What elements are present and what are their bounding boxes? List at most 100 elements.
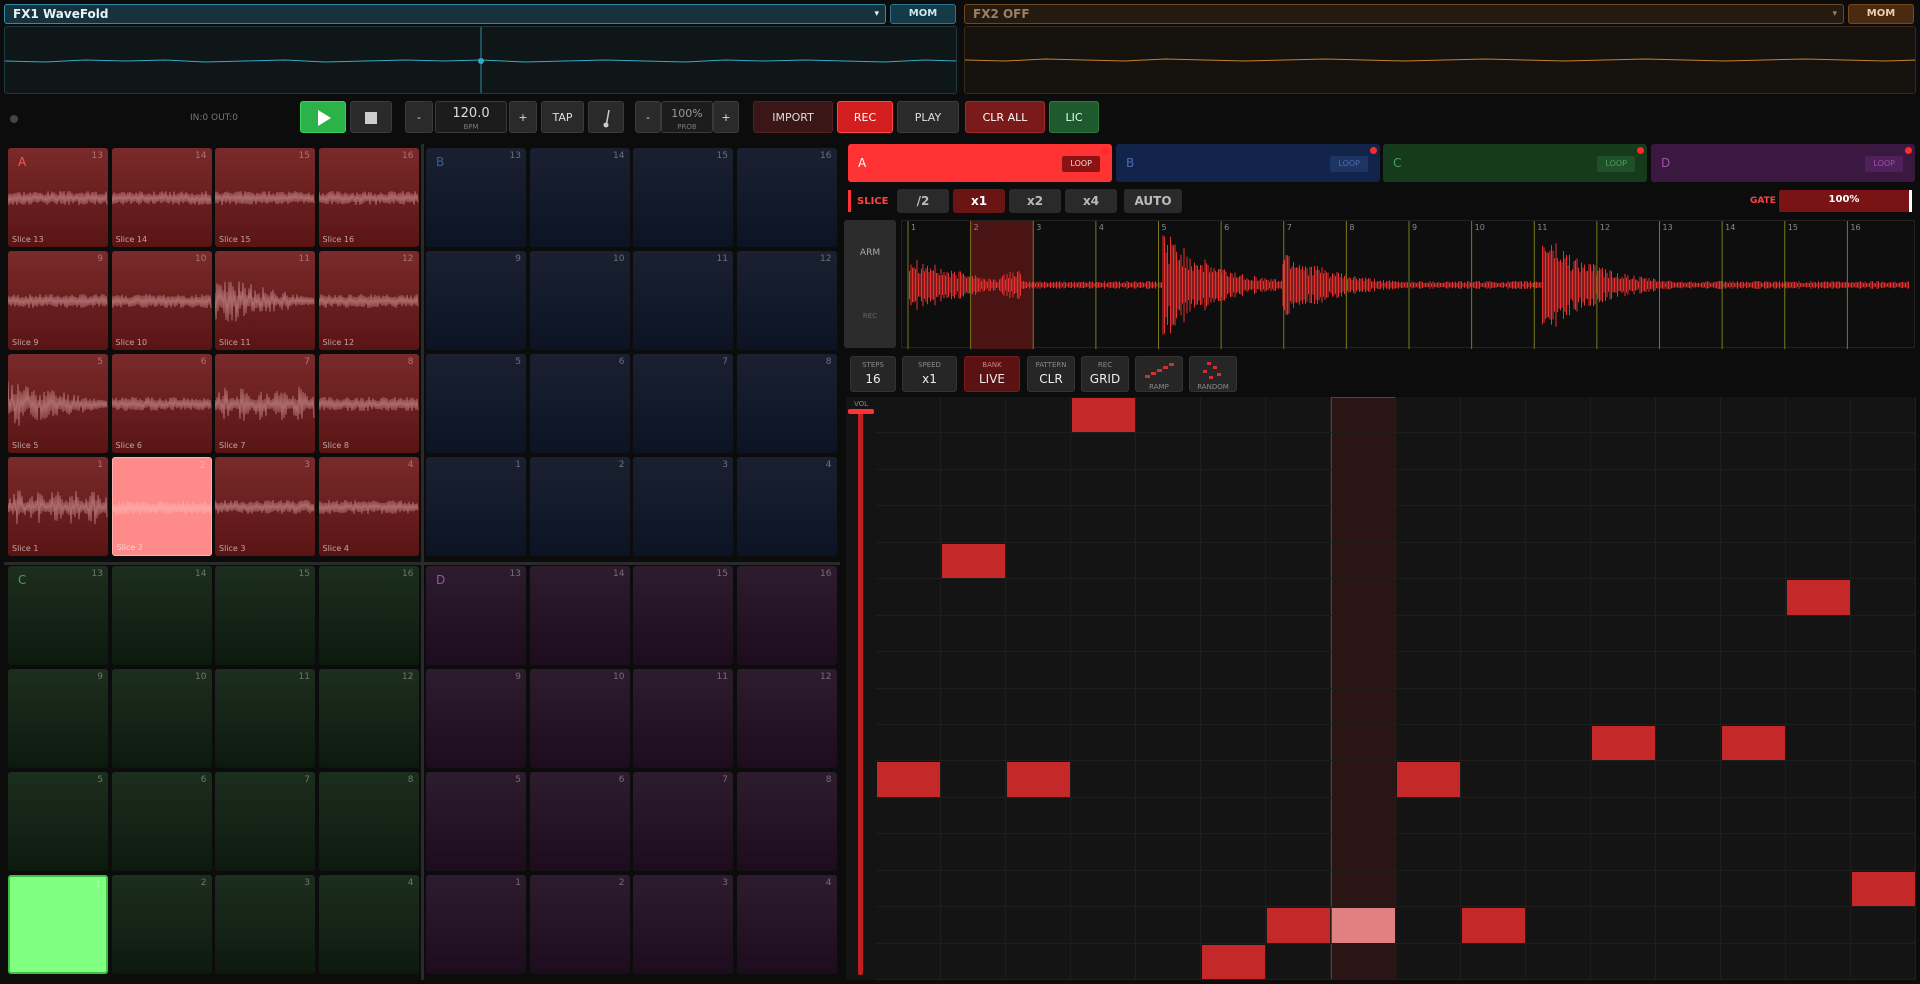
step-cell[interactable] xyxy=(1526,943,1591,980)
step-cell[interactable] xyxy=(1721,943,1786,980)
step-cell[interactable] xyxy=(1136,724,1201,762)
step-cell[interactable] xyxy=(876,397,941,434)
step-cell[interactable] xyxy=(1656,724,1721,762)
step-cell[interactable] xyxy=(1266,397,1331,434)
step-cell[interactable] xyxy=(1786,761,1851,798)
step-cell[interactable] xyxy=(1851,943,1916,980)
step-cell[interactable] xyxy=(1656,469,1721,507)
step-cell-active[interactable] xyxy=(1592,725,1655,761)
pad-d-13[interactable]: 13 D xyxy=(426,566,526,665)
bank-tab-d[interactable]: D LOOP xyxy=(1651,144,1915,182)
step-cell[interactable] xyxy=(1071,724,1136,762)
pad-c-8[interactable]: 8 xyxy=(318,772,419,871)
step-cell[interactable] xyxy=(1526,397,1591,434)
pad-c-14[interactable]: 14 xyxy=(111,566,212,665)
ramp-button[interactable]: RAMP xyxy=(1135,356,1183,392)
step-cell[interactable] xyxy=(1396,943,1461,980)
step-cell[interactable] xyxy=(1331,688,1396,725)
step-cell[interactable] xyxy=(941,652,1006,689)
step-cell[interactable] xyxy=(1591,907,1656,944)
step-cell[interactable] xyxy=(1526,615,1591,653)
step-cell[interactable] xyxy=(1721,834,1786,871)
pad-b-2[interactable]: 2 xyxy=(529,457,630,556)
step-cell[interactable] xyxy=(1006,506,1071,543)
bank-control[interactable]: BANK LIVE xyxy=(964,356,1020,392)
bank-tab-a[interactable]: A LOOP xyxy=(848,144,1112,182)
step-cell[interactable] xyxy=(1396,797,1461,835)
arm-rec-panel[interactable]: ARM REC xyxy=(844,220,896,348)
step-cell[interactable] xyxy=(1006,688,1071,725)
step-cell[interactable] xyxy=(1136,579,1201,616)
bpm-display[interactable]: 120.0 BPM xyxy=(435,101,507,133)
step-cell[interactable] xyxy=(1721,469,1786,507)
step-cell[interactable] xyxy=(1851,542,1916,580)
gate-slider[interactable]: 100% xyxy=(1779,190,1912,212)
step-cell[interactable] xyxy=(876,542,941,580)
speed-control[interactable]: SPEED x1 xyxy=(902,356,957,392)
step-cell-active[interactable] xyxy=(1332,908,1395,943)
pad-d-8[interactable]: 8 xyxy=(736,772,837,871)
step-cell[interactable] xyxy=(1851,724,1916,762)
bank-tab-b[interactable]: B LOOP xyxy=(1116,144,1380,182)
step-cell[interactable] xyxy=(1136,652,1201,689)
step-cell[interactable] xyxy=(1136,688,1201,725)
step-cell[interactable] xyxy=(1461,943,1526,980)
step-cell[interactable] xyxy=(1851,579,1916,616)
step-cell[interactable] xyxy=(1526,834,1591,871)
pad-d-2[interactable]: 2 xyxy=(529,875,630,974)
step-cell[interactable] xyxy=(1266,688,1331,725)
step-cell[interactable] xyxy=(1071,433,1136,470)
step-cell[interactable] xyxy=(941,870,1006,908)
play-mode-button[interactable]: PLAY xyxy=(897,101,959,133)
step-cell[interactable] xyxy=(876,943,941,980)
pad-d-1[interactable]: 1 xyxy=(426,875,526,974)
step-cell[interactable] xyxy=(1201,542,1266,580)
pad-c-11[interactable]: 11 xyxy=(215,669,315,768)
step-cell[interactable] xyxy=(1656,761,1721,798)
step-cell[interactable] xyxy=(1201,797,1266,835)
step-cell[interactable] xyxy=(1201,652,1266,689)
step-cell-active[interactable] xyxy=(1397,762,1460,797)
pad-a-9[interactable]: 9 Slice 9 xyxy=(8,251,108,350)
step-cell[interactable] xyxy=(1656,506,1721,543)
step-cell[interactable] xyxy=(1201,870,1266,908)
step-cell[interactable] xyxy=(1396,907,1461,944)
step-cell[interactable] xyxy=(1786,834,1851,871)
step-cell[interactable] xyxy=(1851,797,1916,835)
fx2-mom-button[interactable]: MOM xyxy=(1848,4,1914,24)
step-cell[interactable] xyxy=(1786,943,1851,980)
prob-display[interactable]: 100% PROB xyxy=(661,101,713,133)
step-cell-active[interactable] xyxy=(1722,725,1785,761)
clear-all-button[interactable]: CLR ALL xyxy=(965,101,1045,133)
step-cell[interactable] xyxy=(1331,870,1396,908)
step-cell[interactable] xyxy=(1396,433,1461,470)
step-cell[interactable] xyxy=(1136,870,1201,908)
step-cell[interactable] xyxy=(1656,615,1721,653)
pad-d-10[interactable]: 10 xyxy=(529,669,630,768)
step-cell[interactable] xyxy=(1266,870,1331,908)
rec-mode-control[interactable]: REC GRID xyxy=(1081,356,1129,392)
pad-a-13[interactable]: 13 Slice 13 A xyxy=(8,148,108,247)
waveform-display[interactable]: 1 2 3 4 5 6 7 8 9 10 11 12 13 14 15 16 xyxy=(901,220,1915,349)
step-cell[interactable] xyxy=(1461,615,1526,653)
step-cell[interactable] xyxy=(1721,652,1786,689)
step-cell[interactable] xyxy=(1461,433,1526,470)
step-cell[interactable] xyxy=(941,506,1006,543)
step-cell[interactable] xyxy=(876,469,941,507)
step-cell[interactable] xyxy=(1591,433,1656,470)
step-cell[interactable] xyxy=(1136,397,1201,434)
step-cell[interactable] xyxy=(1331,797,1396,835)
step-cell[interactable] xyxy=(1526,469,1591,507)
steps-control[interactable]: STEPS 16 xyxy=(850,356,896,392)
step-cell[interactable] xyxy=(1721,907,1786,944)
pad-a-2[interactable]: 2 Slice 2 xyxy=(111,457,212,556)
step-cell[interactable] xyxy=(1721,870,1786,908)
step-cell[interactable] xyxy=(1721,542,1786,580)
step-cell[interactable] xyxy=(1851,834,1916,871)
step-cell[interactable] xyxy=(1201,834,1266,871)
step-cell[interactable] xyxy=(1526,724,1591,762)
step-cell[interactable] xyxy=(1331,615,1396,653)
pad-d-5[interactable]: 5 xyxy=(426,772,526,871)
pad-c-4[interactable]: 4 xyxy=(318,875,419,974)
pad-d-6[interactable]: 6 xyxy=(529,772,630,871)
